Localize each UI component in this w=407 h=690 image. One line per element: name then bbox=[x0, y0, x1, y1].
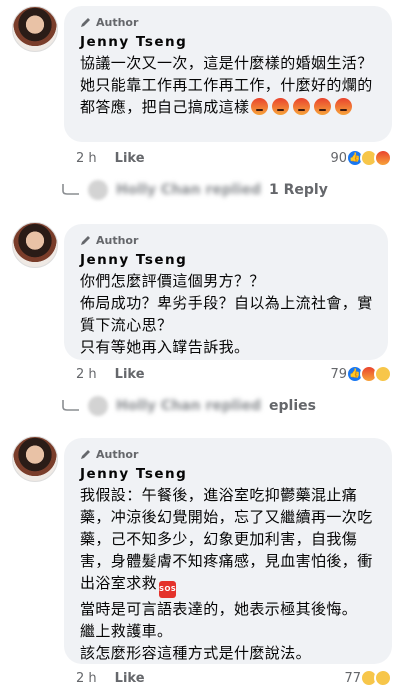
comment-bubble: Author Jenny Tseng 你們怎麼評價這個男方？？ 佈局成功？卑劣手… bbox=[64, 224, 388, 360]
pencil-icon bbox=[81, 450, 90, 459]
comment-text-body: 我假設：午餐後，進浴室吃抑鬱藥混止痛藥，冲涼後幻覺開始，忘了又繼續再一次吃藥，己… bbox=[80, 486, 373, 592]
sad-reaction-icon bbox=[374, 365, 392, 383]
avatar[interactable] bbox=[12, 6, 58, 52]
angry-emoji-icon bbox=[251, 98, 269, 115]
sos-icon: SOS bbox=[159, 581, 177, 598]
angry-emoji-icon bbox=[335, 98, 353, 115]
comment-meta: 2 h Like 90 👍 bbox=[76, 148, 396, 168]
care-reaction-icon bbox=[374, 669, 392, 687]
comment-text: 協議一次又一次，這是什麼樣的婚姻生活？她只能靠工作再工作再工作，什麼好的爛的都答… bbox=[80, 52, 380, 118]
reaction-count: 77 bbox=[344, 670, 361, 686]
avatar[interactable] bbox=[12, 436, 58, 482]
reaction-summary[interactable]: 90 👍 bbox=[330, 149, 392, 167]
pencil-icon bbox=[81, 18, 90, 27]
view-replies[interactable]: Holly Chan replied eplies bbox=[60, 394, 316, 418]
comment-bubble: Author Jenny Tseng 協議一次又一次，這是什麼樣的婚姻生活？她只… bbox=[64, 6, 392, 142]
commenter-name[interactable]: Jenny Tseng bbox=[80, 34, 380, 50]
angry-emoji-icon bbox=[272, 98, 290, 115]
author-tag: Author bbox=[96, 447, 139, 461]
reply-count[interactable]: eplies bbox=[269, 398, 316, 414]
author-tag: Author bbox=[96, 15, 139, 29]
angry-reaction-icon bbox=[374, 149, 392, 167]
reply-author-name: Holly Chan replied bbox=[116, 182, 261, 198]
author-badge: Author bbox=[80, 232, 376, 248]
reaction-count: 79 bbox=[330, 366, 347, 382]
author-badge: Author bbox=[80, 14, 380, 30]
author-badge: Author bbox=[80, 446, 380, 462]
timestamp[interactable]: 2 h bbox=[76, 671, 97, 686]
timestamp[interactable]: 2 h bbox=[76, 367, 97, 382]
avatar[interactable] bbox=[12, 222, 58, 268]
like-button[interactable]: Like bbox=[115, 671, 145, 686]
reaction-summary[interactable]: 77 bbox=[344, 669, 392, 687]
avatar bbox=[88, 180, 108, 200]
reply-count[interactable]: 1 Reply bbox=[269, 182, 328, 198]
commenter-name[interactable]: Jenny Tseng bbox=[80, 252, 376, 268]
comment-bubble: Author Jenny Tseng 我假設：午餐後，進浴室吃抑鬱藥混止痛藥，冲… bbox=[64, 438, 392, 664]
timestamp[interactable]: 2 h bbox=[76, 151, 97, 166]
pencil-icon bbox=[81, 236, 90, 245]
reaction-count: 90 bbox=[330, 150, 347, 166]
comment-meta: 2 h Like 79 👍 bbox=[76, 364, 396, 384]
author-tag: Author bbox=[96, 233, 139, 247]
view-replies[interactable]: Holly Chan replied 1 Reply bbox=[60, 178, 328, 202]
like-button[interactable]: Like bbox=[115, 367, 145, 382]
reply-author-name: Holly Chan replied bbox=[116, 398, 261, 414]
reaction-summary[interactable]: 79 👍 bbox=[330, 365, 392, 383]
avatar bbox=[88, 396, 108, 416]
like-button[interactable]: Like bbox=[115, 151, 145, 166]
comment-text: 我假設：午餐後，進浴室吃抑鬱藥混止痛藥，冲涼後幻覺開始，忘了又繼續再一次吃藥，己… bbox=[80, 484, 380, 664]
reply-arrow-icon bbox=[62, 400, 79, 411]
comment-text-body: 當時是可言語表達的，她表示極其後悔。 繼上救護車。 該怎麼形容這種方式是什麼說法… bbox=[80, 600, 358, 662]
comment-text: 你們怎麼評價這個男方？？ 佈局成功？卑劣手段？自以為上流社會，實質下流心思？ 只… bbox=[80, 272, 373, 356]
comment-meta: 2 h Like 77 bbox=[76, 668, 396, 688]
angry-emoji-icon bbox=[314, 98, 332, 115]
angry-emoji-icon bbox=[293, 98, 311, 115]
reply-arrow-icon bbox=[62, 184, 79, 195]
commenter-name[interactable]: Jenny Tseng bbox=[80, 466, 380, 482]
